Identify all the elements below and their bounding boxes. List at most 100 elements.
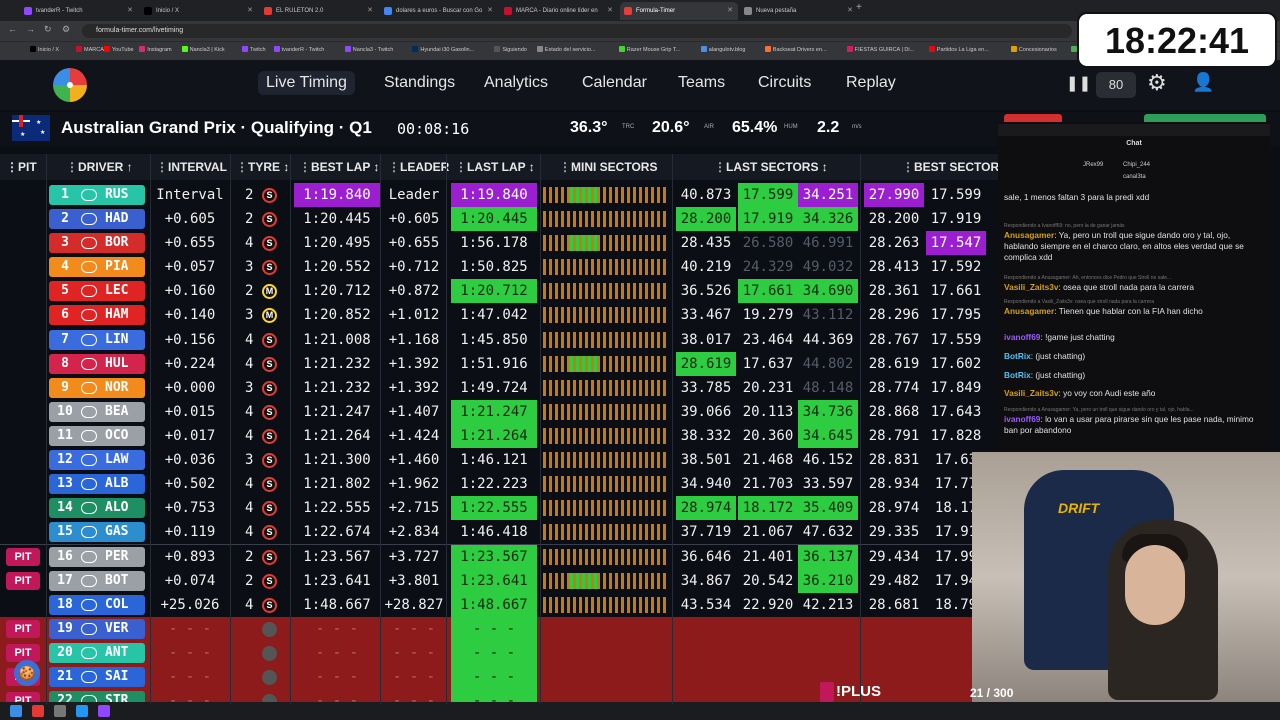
bookmark-item[interactable]: YouTube (104, 46, 134, 53)
bookmark-item[interactable]: Estado del servicio... (536, 46, 596, 53)
driver-badge[interactable]: 5 LEC (49, 281, 145, 302)
driver-badge[interactable]: 10 BEA (49, 401, 145, 422)
bookmark-item[interactable]: Inicio / X (30, 46, 59, 53)
driver-badge[interactable]: 9 NOR (49, 377, 145, 398)
reload-icon[interactable]: ↻ (44, 24, 52, 35)
pause-icon[interactable]: ❚❚ (1066, 74, 1091, 92)
cookie-settings-icon[interactable]: 🍪 (14, 660, 40, 686)
new-tab-button[interactable]: + (856, 2, 862, 13)
col-pit[interactable]: PIT (18, 160, 37, 174)
col-menu-icon[interactable]: ⋮ (388, 160, 400, 174)
browser-tab[interactable]: dolares a euros - Buscar con Go ✕ (380, 2, 498, 20)
bookmark-item[interactable]: Siguiendo (494, 46, 527, 53)
chat-username[interactable]: ivanoff69 (1004, 332, 1040, 342)
taskbar-app-icon[interactable] (32, 705, 44, 717)
gear-icon[interactable]: ⚙ (1147, 70, 1167, 96)
driver-badge[interactable]: 20 ANT (49, 642, 145, 663)
driver-badge[interactable]: 8 HUL (49, 353, 145, 374)
close-icon[interactable]: ✕ (607, 2, 613, 20)
close-icon[interactable]: ✕ (367, 2, 373, 20)
driver-badge[interactable]: 21 SAI (49, 666, 145, 687)
close-icon[interactable]: ✕ (247, 2, 253, 20)
col-tyre[interactable]: TYRE ↕ (248, 160, 289, 174)
driver-badge[interactable]: 19 VER (49, 618, 145, 639)
col-last-sectors[interactable]: LAST SECTORS ↕ (726, 160, 828, 174)
browser-tab[interactable]: Inicio / X ✕ (140, 2, 258, 20)
playback-speed[interactable]: 80 (1096, 72, 1136, 98)
close-icon[interactable]: ✕ (487, 2, 493, 20)
chat-username[interactable]: BotRix (1004, 370, 1031, 380)
browser-tab[interactable]: tvanderR - Twitch ✕ (20, 2, 138, 20)
chat-username[interactable]: ivanoff69 (1004, 414, 1040, 424)
bookmark-item[interactable]: Hyundai i30 Gasolin... (412, 46, 474, 53)
close-icon[interactable]: ✕ (127, 2, 133, 20)
bookmark-item[interactable]: Backseat Drivers en... (764, 46, 827, 53)
col-menu-icon[interactable]: ⋮ (902, 160, 914, 174)
col-best-sectors[interactable]: BEST SECTORS (914, 160, 1007, 174)
user-icon[interactable]: 👤 (1192, 72, 1214, 93)
col-interval[interactable]: INTERVAL (168, 160, 227, 174)
bookmark-item[interactable]: Nancla3 - Twitch (344, 46, 393, 53)
col-menu-icon[interactable]: ⋮ (236, 160, 248, 174)
col-menu-icon[interactable]: ⋮ (299, 160, 311, 174)
back-icon[interactable]: ← (8, 24, 17, 34)
nav-replay[interactable]: Replay (846, 74, 896, 92)
chat-username[interactable]: Anusagamer (1004, 230, 1054, 240)
browser-tab[interactable]: Formula-Timer ✕ (620, 2, 738, 20)
nav-standings[interactable]: Standings (384, 74, 455, 92)
col-menu-icon[interactable]: ⋮ (559, 160, 571, 174)
driver-badge[interactable]: 11 OCO (49, 425, 145, 446)
col-menu-icon[interactable]: ⋮ (714, 160, 726, 174)
app-logo[interactable] (53, 68, 87, 102)
bookmark-item[interactable]: MARCA (76, 46, 104, 53)
close-icon[interactable]: ✕ (847, 2, 853, 20)
driver-badge[interactable]: 15 GAS (49, 522, 145, 543)
col-menu-icon[interactable]: ⋮ (66, 160, 78, 174)
bookmark-item[interactable]: Twitch (242, 46, 266, 53)
address-bar[interactable]: formula-timer.com/livetiming (82, 24, 1072, 38)
bookmark-item[interactable]: Concesionarios (1010, 46, 1057, 53)
driver-badge[interactable]: 2 HAD (49, 209, 145, 230)
bookmark-item[interactable]: FIESTAS GUIRCA | Di... (846, 46, 914, 53)
col-leader[interactable]: LEADER (400, 160, 449, 174)
driver-badge[interactable]: 13 ALB (49, 474, 145, 495)
bookmark-item[interactable]: Instagram (139, 46, 172, 53)
driver-badge[interactable]: 6 HAM (49, 305, 145, 326)
driver-badge[interactable]: 3 BOR (49, 233, 145, 254)
nav-live-timing[interactable]: Live Timing (258, 71, 355, 95)
nav-calendar[interactable]: Calendar (582, 74, 647, 92)
driver-badge[interactable]: 4 PIA (49, 257, 145, 278)
driver-badge[interactable]: 14 ALO (49, 498, 145, 519)
bookmark-item[interactable]: Nancla3 | Kick (181, 46, 225, 53)
col-menu-icon[interactable]: ⋮ (156, 160, 168, 174)
driver-badge[interactable]: 16 PER (49, 547, 145, 568)
close-icon[interactable]: ✕ (727, 2, 733, 20)
col-menu-icon[interactable]: ⋮ (455, 160, 467, 174)
taskbar-app-icon[interactable] (10, 705, 22, 717)
col-mini-sectors[interactable]: MINI SECTORS (571, 160, 657, 174)
chat-username[interactable]: BotRix (1004, 351, 1031, 361)
chat-username[interactable]: Anusagamer (1004, 306, 1054, 316)
browser-tab[interactable]: EL RULETON 2.0 ✕ (260, 2, 378, 20)
taskbar-app-icon[interactable] (98, 705, 110, 717)
driver-badge[interactable]: 1 RUS (49, 185, 145, 205)
col-last-lap[interactable]: LAST LAP ↕ (467, 160, 535, 174)
driver-badge[interactable]: 18 COL (49, 594, 145, 615)
driver-badge[interactable]: 7 LIN (49, 329, 145, 350)
chat-username[interactable]: Vasili_Zaits3v (1004, 282, 1058, 292)
browser-tab[interactable]: MARCA - Diario online líder en ✕ (500, 2, 618, 20)
forward-icon[interactable]: → (26, 24, 35, 34)
nav-teams[interactable]: Teams (678, 74, 725, 92)
bookmark-item[interactable]: Razer Mouse Grip T... (618, 46, 680, 53)
chat-username[interactable]: Vasili_Zaits3v (1004, 388, 1058, 398)
col-driver[interactable]: DRIVER ↑ (78, 160, 133, 174)
bookmark-item[interactable]: alangulotv.blog (700, 46, 745, 53)
bookmark-item[interactable]: tvanderR - Twitch (273, 46, 324, 53)
col-best-lap[interactable]: BEST LAP ↕ (311, 160, 379, 174)
driver-badge[interactable]: 17 BOT (49, 570, 145, 591)
driver-badge[interactable]: 12 LAW (49, 450, 145, 471)
browser-tab[interactable]: Nueva pestaña ✕ (740, 2, 858, 20)
taskbar-app-icon[interactable] (54, 705, 66, 717)
taskbar-app-icon[interactable] (76, 705, 88, 717)
site-info-icon[interactable]: ⚙ (62, 24, 70, 35)
